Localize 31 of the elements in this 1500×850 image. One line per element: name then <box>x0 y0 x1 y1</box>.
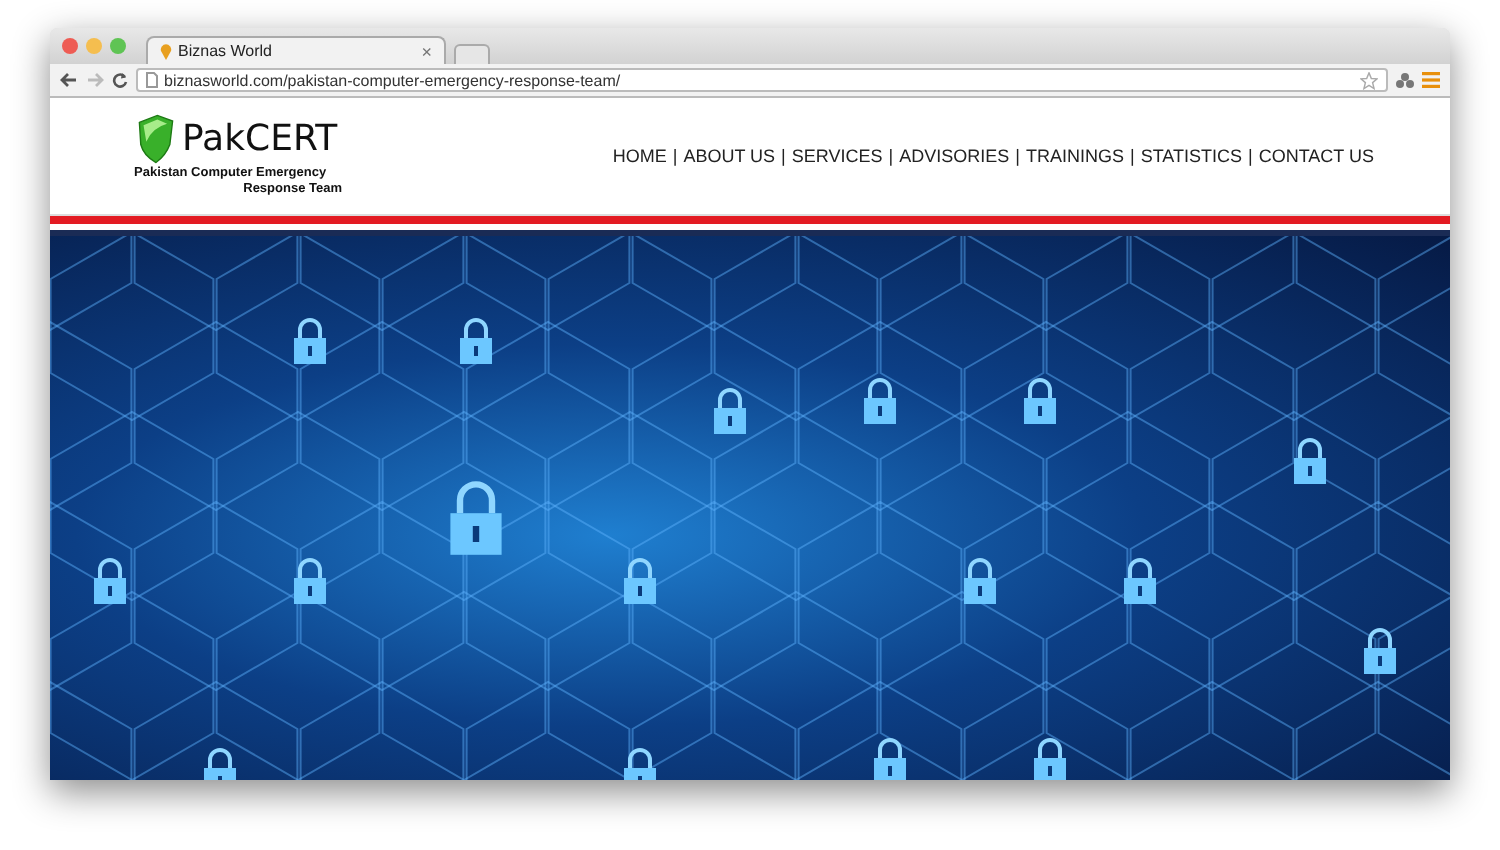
back-icon[interactable] <box>60 72 78 88</box>
nav-link[interactable]: SERVICES <box>791 146 883 166</box>
shield-logo-icon <box>138 114 174 164</box>
nav-link[interactable]: HOME <box>612 146 667 166</box>
nav-separator: | <box>888 146 894 166</box>
tab-title: Biznas World <box>178 42 274 60</box>
star-icon[interactable] <box>1360 71 1378 89</box>
address-bar[interactable]: biznasworld.com/pakistan-computer-emergency-response-team/ <box>136 68 1388 92</box>
browser-tab[interactable]: Biznas World × <box>146 36 446 64</box>
nav-link[interactable]: ABOUT US <box>683 146 776 166</box>
extension-icon[interactable] <box>1396 71 1414 89</box>
nav-separator: | <box>1015 146 1020 166</box>
nav-separator: | <box>1247 146 1253 166</box>
close-window-button[interactable] <box>62 38 78 54</box>
minimize-window-button[interactable] <box>86 38 102 54</box>
pin-icon <box>160 43 172 59</box>
logo-wordmark: PakCERT <box>182 118 338 162</box>
reload-icon[interactable] <box>112 72 128 88</box>
nav-separator: | <box>672 146 678 166</box>
nav-link[interactable]: STATISTICS <box>1140 146 1242 166</box>
nav-separator: | <box>781 146 786 166</box>
nav-separator: | <box>1129 146 1135 166</box>
nav-link[interactable]: ADVISORIES <box>899 146 1010 166</box>
page-icon <box>146 72 158 88</box>
nav-link[interactable]: CONTACT US <box>1258 146 1374 166</box>
new-tab-button[interactable] <box>454 44 490 64</box>
menu-icon[interactable] <box>1422 72 1440 88</box>
tab-close-button[interactable]: × <box>421 41 432 61</box>
nav-link[interactable]: TRAININGS <box>1025 146 1124 166</box>
maximize-window-button[interactable] <box>110 38 126 54</box>
forward-icon[interactable] <box>86 72 104 88</box>
